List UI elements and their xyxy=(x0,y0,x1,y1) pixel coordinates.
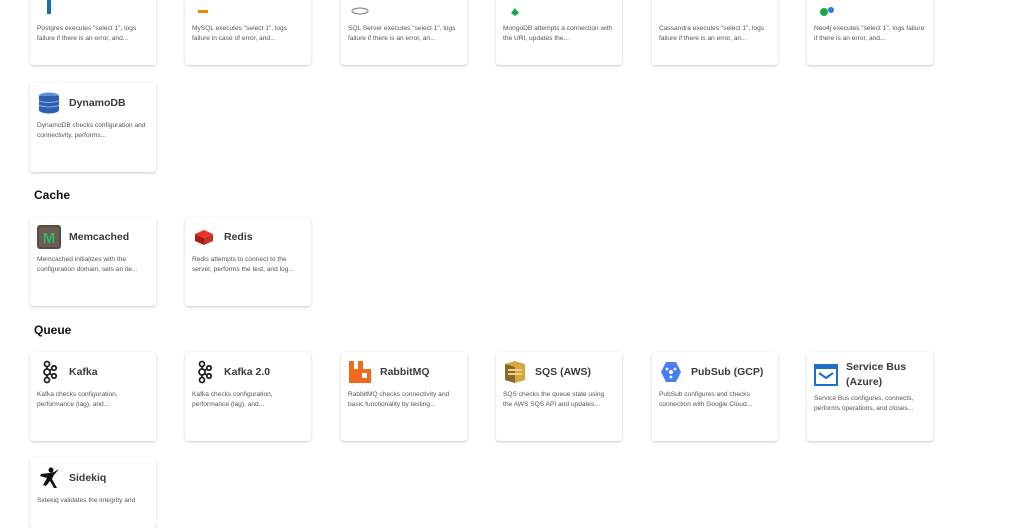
sqlserver-card[interactable]: SQL Server executes "select 1", logs fai… xyxy=(341,0,467,65)
card-description: Memcached initializes with the configura… xyxy=(37,256,138,273)
mysql-card[interactable]: MySQL executes "select 1", logs failure … xyxy=(185,0,311,65)
redis-icon xyxy=(192,225,216,249)
postgres-card[interactable]: Postgres executes "select 1", logs failu… xyxy=(30,0,156,65)
section-heading-queue: Queue xyxy=(34,323,72,337)
sidekiq-icon xyxy=(37,466,61,490)
pubsub-card[interactable]: PubSub (GCP) PubSub configures and check… xyxy=(652,352,778,441)
mongodb-leaf-icon xyxy=(503,0,527,18)
card-title: RabbitMQ xyxy=(380,365,430,378)
sidekiq-card[interactable]: Sidekiq Sidekiq validates the integrity … xyxy=(30,458,156,528)
card-title: Memcached xyxy=(69,230,130,243)
mongodb-card[interactable]: MongoDB attempts a connection with the U… xyxy=(496,0,622,65)
kafka-card[interactable]: Kafka Kafka checks configuration, perfor… xyxy=(30,352,156,441)
pubsub-icon xyxy=(659,360,683,384)
card-description: RabbitMQ checks connectivity and basic f… xyxy=(348,391,450,408)
card-title: SQS (AWS) xyxy=(535,365,592,378)
postgres-icon xyxy=(37,0,61,18)
mysql-icon xyxy=(192,0,216,18)
kafka-icon xyxy=(192,360,216,384)
neo4j-card[interactable]: Neo4j executes "select 1", logs failure … xyxy=(807,0,933,65)
servicebus-icon xyxy=(814,363,838,387)
card-title: PubSub (GCP) xyxy=(691,365,764,378)
rabbitmq-icon xyxy=(348,360,372,384)
card-description: MongoDB attempts a connection with the U… xyxy=(503,25,613,42)
section-heading-cache: Cache xyxy=(34,188,71,202)
memcached-icon: M xyxy=(37,225,61,249)
card-description: Neo4j executes "select 1", logs failure … xyxy=(814,25,925,42)
redis-card[interactable]: Redis Redis attempts to connect to the s… xyxy=(185,217,311,306)
svg-text:M: M xyxy=(43,230,56,247)
card-description: SQL Server executes "select 1", logs fai… xyxy=(348,25,456,42)
dynamodb-card[interactable]: DynamoDB DynamoDB checks configuration a… xyxy=(30,83,156,172)
card-description: PubSub configures and checks connection … xyxy=(659,391,753,408)
card-title: Kafka xyxy=(69,365,98,378)
card-description: MySQL executes "select 1", logs failure … xyxy=(192,25,287,42)
card-description: Sidekiq validates the integrity and xyxy=(37,497,136,504)
card-description: Service Bus configures, connects, perfor… xyxy=(814,395,914,412)
card-title: Service Bus (Azure) xyxy=(846,361,907,388)
card-description: DynamoDB checks configuration and connec… xyxy=(37,122,146,139)
memcached-card[interactable]: M Memcached Memcached initializes with t… xyxy=(30,217,156,306)
card-description: Redis attempts to connect to the server,… xyxy=(192,256,294,273)
cassandra-card[interactable]: Cassandra executes "select 1", logs fail… xyxy=(652,0,778,65)
sqlserver-icon xyxy=(348,0,372,18)
sqs-card[interactable]: SQS (AWS) SQS checks the queue state usi… xyxy=(496,352,622,441)
dynamodb-icon xyxy=(37,91,61,115)
servicebus-card[interactable]: Service Bus (Azure) Service Bus configur… xyxy=(807,352,933,441)
card-title: Kafka 2.0 xyxy=(224,365,271,378)
neo4j-icon xyxy=(814,0,838,18)
kafka-icon xyxy=(37,360,61,384)
card-description: SQS checks the queue state using the AWS… xyxy=(503,391,605,408)
sqs-icon xyxy=(503,360,527,384)
rabbitmq-card[interactable]: RabbitMQ RabbitMQ checks connectivity an… xyxy=(341,352,467,441)
card-title: Redis xyxy=(224,230,253,243)
card-description: Kafka checks configuration, performance … xyxy=(192,391,273,408)
card-title: DynamoDB xyxy=(69,96,126,109)
card-description: Cassandra executes "select 1", logs fail… xyxy=(659,25,765,42)
card-description: Postgres executes "select 1", logs failu… xyxy=(37,25,137,42)
card-description: Kafka checks configuration, performance … xyxy=(37,391,118,408)
kafka2-card[interactable]: Kafka 2.0 Kafka checks configuration, pe… xyxy=(185,352,311,441)
cassandra-icon xyxy=(659,0,683,18)
card-title: Sidekiq xyxy=(69,471,107,484)
